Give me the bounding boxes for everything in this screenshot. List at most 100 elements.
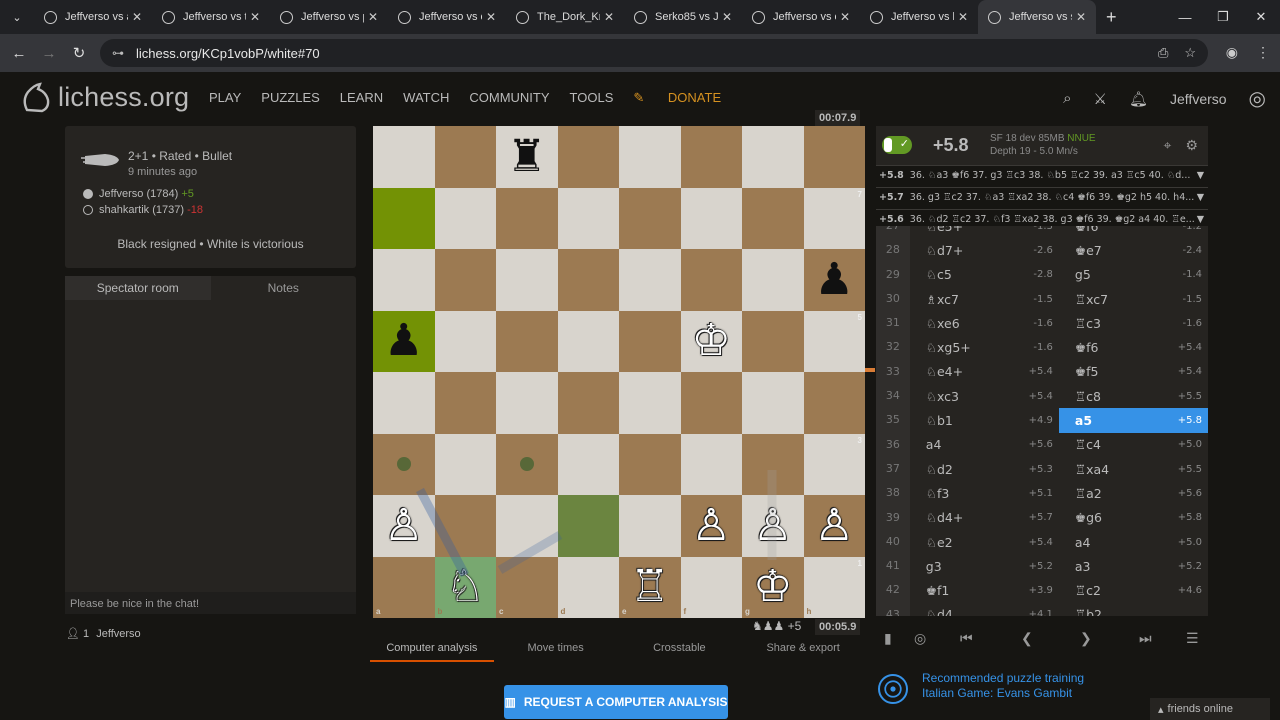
square-h3[interactable] (803, 433, 865, 495)
black-player-link[interactable]: shahkartik (1737) (99, 202, 184, 218)
white-move[interactable]: ♘d2 +5.3 (910, 457, 1059, 481)
square-c2[interactable] (496, 495, 558, 557)
close-tab-icon[interactable]: ✕ (840, 10, 850, 24)
square-b7[interactable] (434, 187, 496, 249)
bookmark-star-icon[interactable]: ☆ (1184, 45, 1196, 61)
square-c1[interactable] (496, 556, 558, 618)
watcher-name[interactable]: Jeffverso (96, 628, 140, 640)
piece-e1[interactable]: ♖ (619, 557, 681, 619)
move-dest-dot[interactable] (396, 457, 411, 472)
piece-c8[interactable]: ♜ (496, 126, 558, 188)
browser-tab[interactable]: Jeffverso vs p ✕ (270, 0, 388, 34)
square-g5[interactable] (742, 310, 804, 372)
black-move[interactable]: a3 +5.2 (1059, 554, 1208, 578)
square-e4[interactable] (619, 372, 681, 434)
nav-watch[interactable]: WATCH (403, 90, 449, 106)
close-tab-icon[interactable]: ✕ (368, 10, 378, 24)
tab-notes[interactable]: Notes (211, 276, 357, 300)
square-h7[interactable] (803, 187, 865, 249)
piece-h6[interactable]: ♟ (804, 249, 866, 311)
square-g3[interactable] (742, 433, 804, 495)
profile-icon[interactable]: ◉ (1226, 44, 1238, 61)
close-tab-icon[interactable]: ✕ (722, 10, 732, 24)
square-h1[interactable] (803, 556, 865, 618)
menu-icon[interactable]: ☰ (1186, 630, 1199, 647)
tab-search-button[interactable]: ⌄ (6, 6, 28, 28)
close-tab-icon[interactable]: ✕ (250, 10, 260, 24)
white-move[interactable]: ♘f3 +5.1 (910, 481, 1059, 505)
request-analysis-button[interactable]: ▥ REQUEST A COMPUTER ANALYSIS (504, 685, 728, 719)
notifications-bell-icon[interactable]: 🔔︎ (1129, 90, 1148, 108)
square-d1[interactable] (557, 556, 619, 618)
black-move[interactable]: ♖c8 +5.5 (1059, 384, 1208, 408)
nav-tools[interactable]: TOOLS (570, 90, 614, 106)
piece-f2[interactable]: ♙ (681, 495, 743, 557)
square-b2[interactable] (434, 495, 496, 557)
pv-expand-icon[interactable]: ▼ (1197, 188, 1204, 208)
tab-computer-analysis[interactable]: Computer analysis (370, 642, 494, 662)
black-move[interactable]: ♖xc7 -1.5 (1059, 287, 1208, 311)
square-g7[interactable] (742, 187, 804, 249)
square-b4[interactable] (434, 372, 496, 434)
tab-share-export[interactable]: Share & export (741, 642, 865, 662)
white-move[interactable]: ♚f1 +3.9 (910, 578, 1059, 602)
browser-tab[interactable]: Jeffverso vs lg ✕ (860, 0, 978, 34)
square-a1[interactable] (373, 556, 435, 618)
browser-tab[interactable]: Jeffverso vs s ✕ (978, 0, 1096, 34)
pv-line[interactable]: +5.8 36. ♘a3 ♚f6 37. g3 ♖c3 38. ♘b5 ♖c2 3… (876, 166, 1208, 188)
square-d4[interactable] (557, 372, 619, 434)
square-d3[interactable] (557, 433, 619, 495)
browser-tab[interactable]: Jeffverso vs t ✕ (152, 0, 270, 34)
square-a7[interactable] (373, 187, 435, 249)
square-g6[interactable] (742, 249, 804, 311)
square-a6[interactable] (373, 249, 435, 311)
piece-a5[interactable]: ♟ (373, 311, 435, 373)
practice-icon[interactable]: ◎ (914, 630, 926, 647)
browser-tab[interactable]: Serko85 vs Je ✕ (624, 0, 742, 34)
square-h5[interactable] (803, 310, 865, 372)
browser-tab[interactable]: Jeffverso vs a ✕ (34, 0, 152, 34)
black-move[interactable]: ♖b2 (1059, 603, 1208, 616)
nav-donate[interactable]: ✎ DONATE (633, 90, 741, 106)
black-move[interactable]: ♖a2 +5.6 (1059, 481, 1208, 505)
square-a4[interactable] (373, 372, 435, 434)
tab-move-times[interactable]: Move times (494, 642, 618, 662)
site-logo[interactable]: lichess.org (18, 80, 189, 114)
black-move[interactable]: a5 +5.8 (1058, 408, 1208, 433)
minimize-button[interactable]: — (1166, 0, 1204, 34)
white-move[interactable]: ♘d7+ -2.6 (910, 238, 1059, 262)
white-move[interactable]: ♘b1 +4.9 (910, 408, 1059, 432)
square-h8[interactable] (803, 126, 865, 188)
chat-input[interactable]: Please be nice in the chat! (65, 592, 356, 614)
black-move[interactable]: ♖c4 +5.0 (1059, 433, 1208, 457)
nav-play[interactable]: PLAY (209, 90, 241, 106)
nav-learn[interactable]: LEARN (340, 90, 383, 106)
pv-expand-icon[interactable]: ▼ (1197, 166, 1204, 186)
nav-community[interactable]: COMMUNITY (469, 90, 549, 106)
square-c5[interactable] (496, 310, 558, 372)
piece-a2[interactable]: ♙ (373, 495, 435, 557)
black-move[interactable]: g5 -1.4 (1059, 263, 1208, 287)
black-move[interactable]: ♚e7 -2.4 (1059, 238, 1208, 262)
browser-tab[interactable]: Jeffverso vs c ✕ (388, 0, 506, 34)
square-d6[interactable] (557, 249, 619, 311)
maximize-button[interactable]: ❐ (1204, 0, 1242, 34)
close-tab-icon[interactable]: ✕ (604, 10, 614, 24)
white-move[interactable]: ♘d4 +4.1 (910, 603, 1059, 616)
square-g8[interactable] (742, 126, 804, 188)
square-c6[interactable] (496, 249, 558, 311)
square-h4[interactable] (803, 372, 865, 434)
square-d5[interactable] (557, 310, 619, 372)
white-move[interactable]: ♘e5+ -1.3 (910, 226, 1059, 238)
browser-tab[interactable]: The_Dork_Kni ✕ (506, 0, 624, 34)
piece-f5[interactable]: ♔ (681, 311, 743, 373)
browser-menu-icon[interactable]: ⋮ (1256, 44, 1270, 61)
square-e7[interactable] (619, 187, 681, 249)
next-move-icon[interactable]: ❯ (1080, 630, 1092, 647)
square-d7[interactable] (557, 187, 619, 249)
last-move-icon[interactable]: ⏭ (1139, 630, 1152, 647)
black-move[interactable]: ♖c3 -1.6 (1059, 311, 1208, 335)
challenges-icon[interactable]: ⚔ (1094, 90, 1107, 108)
black-move[interactable]: ♚f6 +5.4 (1059, 335, 1208, 359)
browser-tab[interactable]: Jeffverso vs c ✕ (742, 0, 860, 34)
